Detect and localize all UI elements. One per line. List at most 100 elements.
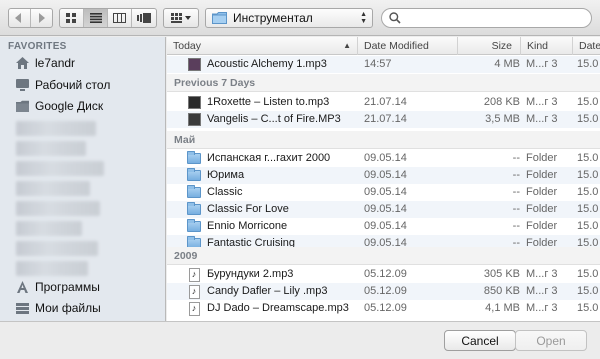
sidebar-item-applications[interactable]: Программы <box>14 278 100 296</box>
file-name: Бурундуки 2.mp3 <box>207 268 294 280</box>
sidebar-item-label: le7andr <box>35 56 76 70</box>
file-size: 850 KB <box>483 285 520 297</box>
column-header-label: Kind <box>527 40 549 52</box>
sidebar-item-desktop[interactable]: Рабочий стол <box>14 76 110 94</box>
path-popup[interactable]: Инструментал ▲ ▼ <box>205 8 373 28</box>
column-header-date-added[interactable]: Date <box>572 37 600 55</box>
forward-button[interactable] <box>31 9 52 27</box>
column-header-kind[interactable]: Kind <box>520 37 572 55</box>
table-row[interactable]: Vangelis – C...t of Fire.MP3 21.07.14 3,… <box>167 111 600 128</box>
file-kind: М...г 3 <box>526 302 558 314</box>
table-row[interactable]: Classic 09.05.14 -- Folder 15.0 <box>167 184 600 201</box>
blurred-sidebar-item[interactable] <box>16 221 82 236</box>
table-row[interactable]: ♪ DJ Dado – Dreamscape.mp3 05.12.09 4,1 … <box>167 300 600 317</box>
open-button[interactable]: Open <box>515 330 587 351</box>
date-added: 15.0 <box>577 302 599 314</box>
sidebar-item-google-drive[interactable]: Google Диск <box>14 97 103 115</box>
date-added: 15.0 <box>577 113 599 125</box>
date-added: 15.0 <box>577 58 599 70</box>
folder-icon <box>187 168 201 183</box>
group-header-2009: 2009 <box>167 247 600 265</box>
sidebar-item-home[interactable]: le7andr <box>14 54 75 72</box>
file-name-cell: Acoustic Alchemy 1.mp3 <box>187 56 327 73</box>
file-kind: М...г 3 <box>526 58 558 70</box>
blurred-sidebar-item[interactable] <box>16 181 90 196</box>
view-mode-buttons <box>59 8 157 28</box>
applications-icon <box>14 279 30 295</box>
column-view-button[interactable] <box>108 9 132 27</box>
table-row[interactable]: Ennio Morricone 09.05.14 -- Folder 15.0 <box>167 218 600 235</box>
column-header-name[interactable]: Today ▲ <box>167 37 357 55</box>
file-kind: Folder <box>526 152 558 164</box>
file-size: -- <box>512 169 520 181</box>
blurred-sidebar-item[interactable] <box>16 201 100 216</box>
date-added: 15.0 <box>577 220 599 232</box>
date-modified: 21.07.14 <box>364 113 407 125</box>
blurred-sidebar-item[interactable] <box>16 261 88 276</box>
column-header-size[interactable]: Size <box>457 37 520 55</box>
toolbar: Инструментал ▲ ▼ <box>0 0 600 36</box>
album-art-icon <box>187 58 201 72</box>
date-added: 15.0 <box>577 169 599 181</box>
file-name-cell: Ennio Morricone <box>187 218 287 235</box>
blurred-sidebar-item[interactable] <box>16 121 96 136</box>
back-button[interactable] <box>9 9 31 27</box>
file-size: 305 KB <box>483 268 520 280</box>
table-row[interactable]: 1Roxette – Listen to.mp3 21.07.14 208 KB… <box>167 94 600 111</box>
table-row[interactable]: Юрима 09.05.14 -- Folder 15.0 <box>167 167 600 184</box>
group-header-previous-7-days: Previous 7 Days <box>167 74 600 92</box>
file-name-cell: Юрима <box>187 167 244 184</box>
blurred-sidebar-item[interactable] <box>16 141 86 156</box>
cancel-button[interactable]: Cancel <box>444 330 516 351</box>
album-art-icon <box>187 96 201 110</box>
search-field[interactable] <box>381 8 592 28</box>
file-size: 3,5 MB <box>485 113 520 125</box>
date-added: 15.0 <box>577 186 599 198</box>
popup-arrows-icon: ▲ ▼ <box>360 11 367 25</box>
table-row[interactable]: Испанская г...гахит 2000 09.05.14 -- Fol… <box>167 150 600 167</box>
cover-flow-button[interactable] <box>132 9 156 27</box>
file-kind: М...г 3 <box>526 96 558 108</box>
icon-view-button[interactable] <box>60 9 84 27</box>
group-header-may: Май <box>167 131 600 149</box>
current-folder-label: Инструментал <box>233 11 313 25</box>
music-file-icon: ♪ <box>187 301 201 316</box>
file-kind: Folder <box>526 220 558 232</box>
list-view-icon <box>89 13 102 23</box>
date-modified: 05.12.09 <box>364 302 407 314</box>
search-icon <box>389 12 401 24</box>
folder-icon <box>187 185 201 200</box>
album-art-icon <box>187 113 201 127</box>
table-row[interactable]: Classic For Love 09.05.14 -- Folder 15.0 <box>167 201 600 218</box>
file-size: -- <box>512 203 520 215</box>
file-name-cell: ♪ Бурундуки 2.mp3 <box>187 266 293 283</box>
date-modified: 09.05.14 <box>364 220 407 232</box>
date-modified: 05.12.09 <box>364 268 407 280</box>
file-name-cell: 1Roxette – Listen to.mp3 <box>187 94 329 111</box>
table-row[interactable]: Acoustic Alchemy 1.mp3 14:57 4 MB М...г … <box>167 56 600 73</box>
list-view-button[interactable] <box>84 9 108 27</box>
search-input[interactable] <box>405 12 585 24</box>
dialog-button-bar: Cancel Open <box>0 321 600 359</box>
file-name: Classic <box>207 186 243 198</box>
sidebar-item-all-my-files[interactable]: Мои файлы <box>14 299 101 317</box>
column-header-label: Date <box>579 40 600 52</box>
music-file-icon: ♪ <box>187 284 201 299</box>
all-my-files-icon <box>14 300 30 316</box>
file-name: Candy Dafler – Lily .mp3 <box>207 285 328 297</box>
arrange-button[interactable] <box>163 8 199 28</box>
folder-icon <box>212 12 227 24</box>
table-row[interactable]: ♪ Бурундуки 2.mp3 05.12.09 305 KB М...г … <box>167 266 600 283</box>
file-kind: Folder <box>526 203 558 215</box>
file-kind: Folder <box>526 169 558 181</box>
file-size: 208 KB <box>483 96 520 108</box>
blurred-sidebar-item[interactable] <box>16 161 104 176</box>
column-header-date-modified[interactable]: Date Modified <box>357 37 457 55</box>
table-row[interactable]: ♪ Candy Dafler – Lily .mp3 05.12.09 850 … <box>167 283 600 300</box>
sidebar-item-label: Google Диск <box>35 99 104 113</box>
blurred-sidebar-item[interactable] <box>16 241 98 256</box>
file-kind: Folder <box>526 186 558 198</box>
column-header-label: Date Modified <box>364 40 429 52</box>
date-modified: 14:57 <box>364 58 392 70</box>
sidebar: FAVORITES le7andr Рабочий стол Google Ди… <box>0 37 166 321</box>
